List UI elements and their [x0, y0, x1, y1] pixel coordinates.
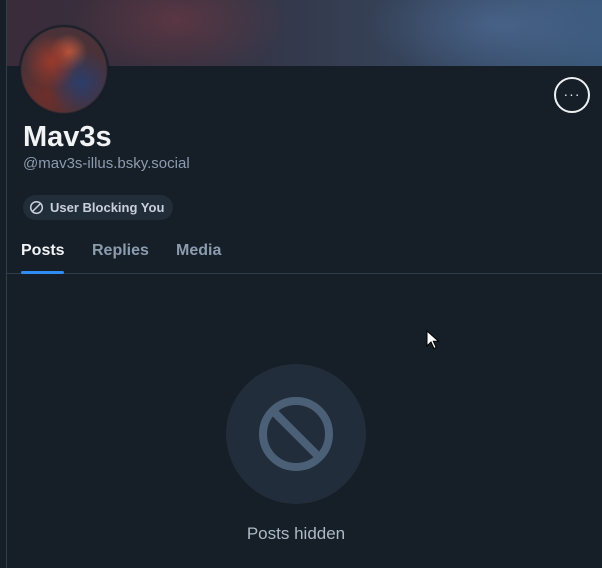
display-name: Mav3s: [23, 121, 112, 153]
profile-page: ··· Mav3s @mav3s-illus.bsky.social User …: [0, 0, 602, 568]
ellipsis-icon: ···: [563, 86, 581, 102]
user-blocking-badge[interactable]: User Blocking You: [23, 195, 174, 220]
block-icon: [29, 200, 44, 215]
tab-posts[interactable]: Posts: [21, 228, 65, 273]
tab-media[interactable]: Media: [176, 228, 221, 273]
block-icon: [259, 397, 333, 471]
more-options-button[interactable]: ···: [554, 77, 590, 113]
posts-hidden-message: Posts hidden: [246, 524, 346, 543]
profile-handle: @mav3s-illus.bsky.social: [23, 155, 190, 172]
left-divider: [6, 0, 7, 568]
avatar[interactable]: [19, 25, 109, 115]
profile-tabs: Posts Replies Media: [7, 228, 602, 274]
tab-replies[interactable]: Replies: [92, 228, 149, 273]
mouse-cursor-icon: [426, 330, 440, 350]
empty-state-icon-container: [226, 364, 366, 504]
user-blocking-label: User Blocking You: [50, 200, 165, 215]
active-tab-indicator: [21, 271, 64, 274]
